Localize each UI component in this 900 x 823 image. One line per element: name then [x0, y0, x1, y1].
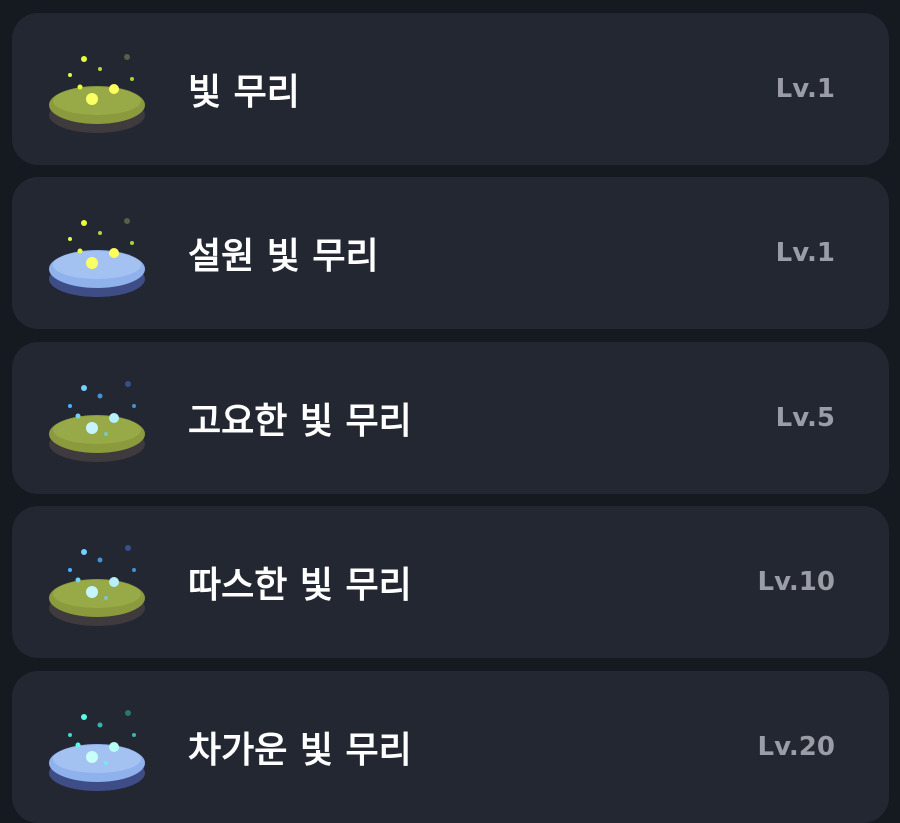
- list-item-firefly-swarm[interactable]: 빛 무리 Lv.1: [12, 13, 889, 165]
- snowfield-firefly-swarm-icon: [42, 203, 152, 307]
- level-badge: Lv.10: [757, 567, 835, 597]
- level-badge: Lv.20: [757, 732, 835, 762]
- level-badge: Lv.1: [775, 74, 835, 104]
- firefly-effect-list: 빛 무리 Lv.1 설원 빛 무리 Lv.1 고요한 빛 무리 Lv.5 따스한…: [0, 0, 900, 823]
- warm-firefly-swarm-icon: [42, 532, 152, 636]
- list-item-snowfield-firefly-swarm[interactable]: 설원 빛 무리 Lv.1: [12, 177, 889, 329]
- item-name: 빛 무리: [188, 72, 300, 113]
- firefly-swarm-icon: [42, 39, 152, 143]
- item-name: 따스한 빛 무리: [188, 565, 412, 606]
- item-name: 설원 빛 무리: [188, 236, 379, 277]
- item-name: 차가운 빛 무리: [188, 730, 412, 771]
- level-badge: Lv.1: [775, 238, 835, 268]
- list-item-calm-firefly-swarm[interactable]: 고요한 빛 무리 Lv.5: [12, 342, 889, 494]
- list-item-warm-firefly-swarm[interactable]: 따스한 빛 무리 Lv.10: [12, 506, 889, 658]
- cold-firefly-swarm-icon: [42, 697, 152, 801]
- calm-firefly-swarm-icon: [42, 368, 152, 472]
- level-badge: Lv.5: [775, 403, 835, 433]
- item-name: 고요한 빛 무리: [188, 401, 412, 442]
- list-item-cold-firefly-swarm[interactable]: 차가운 빛 무리 Lv.20: [12, 671, 889, 823]
